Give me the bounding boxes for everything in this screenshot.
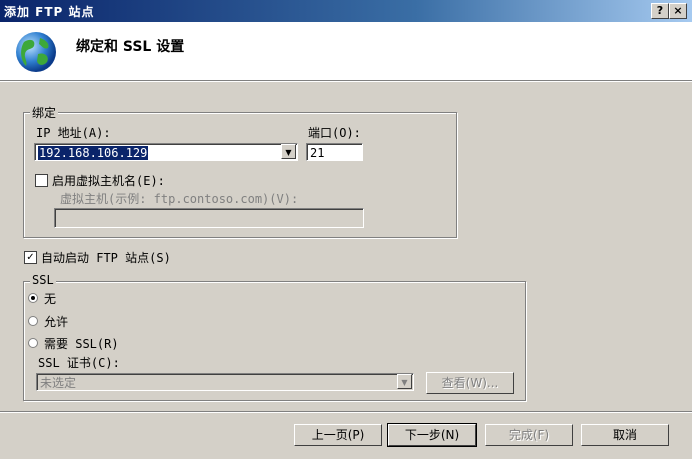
page-title: 绑定和 SSL 设置 — [76, 39, 185, 55]
ssl-radio-allow[interactable] — [28, 316, 38, 326]
virtual-host-label: 虚拟主机(示例: ftp.contoso.com)(V): — [60, 192, 299, 206]
port-field[interactable]: 21 — [306, 143, 363, 161]
virtual-host-checkbox-label: 启用虚拟主机名(E): — [52, 174, 165, 188]
title-bar: 添加 FTP 站点 ? × — [0, 0, 692, 22]
autostart-label: 自动启动 FTP 站点(S) — [41, 251, 171, 265]
window-title: 添加 FTP 站点 — [4, 5, 95, 19]
close-button[interactable]: × — [669, 3, 687, 19]
next-button[interactable]: 下一步(N) — [387, 423, 477, 447]
ssl-cert-dropdown-arrow-icon[interactable]: ▼ — [397, 374, 412, 389]
ssl-option-none-label: 无 — [44, 292, 57, 306]
binding-group-label: 绑定 — [30, 104, 59, 121]
ip-value: 192.168.106.129 — [38, 146, 149, 160]
wizard-header: 绑定和 SSL 设置 — [0, 22, 692, 81]
ssl-cert-label: SSL 证书(C): — [38, 356, 120, 370]
virtual-host-field[interactable] — [54, 208, 364, 228]
prev-button[interactable]: 上一页(P) — [294, 424, 382, 446]
header-divider — [0, 81, 692, 82]
ssl-radio-none[interactable] — [28, 293, 38, 303]
finish-button[interactable]: 完成(F) — [485, 424, 573, 446]
ip-label: IP 地址(A): — [36, 126, 111, 140]
virtual-host-checkbox[interactable] — [35, 174, 48, 187]
globe-icon — [16, 32, 56, 72]
ssl-option-require-label: 需要 SSL(R) — [44, 337, 119, 351]
cancel-button[interactable]: 取消 — [581, 424, 669, 446]
port-label: 端口(O): — [308, 126, 361, 140]
help-button[interactable]: ? — [651, 3, 669, 19]
ssl-option-allow-label: 允许 — [44, 315, 69, 329]
ssl-group-label: SSL — [30, 273, 56, 287]
ssl-cert-dropdown[interactable]: 未选定 — [36, 373, 414, 391]
autostart-checkbox[interactable]: ✓ — [24, 251, 37, 264]
ssl-radio-require[interactable] — [28, 338, 38, 348]
ip-dropdown-arrow-icon[interactable]: ▼ — [281, 144, 296, 159]
view-cert-button[interactable]: 查看(W)... — [426, 372, 514, 394]
ip-dropdown[interactable]: 192.168.106.129 — [34, 143, 298, 161]
